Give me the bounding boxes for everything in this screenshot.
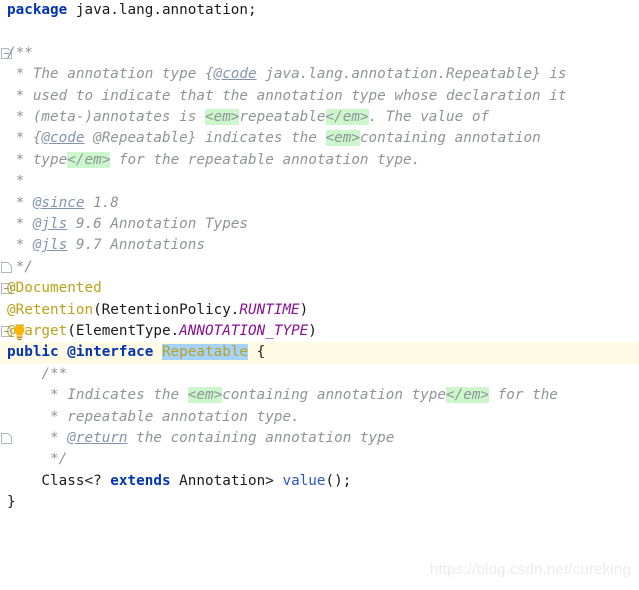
code-token: @since [33,195,85,211]
code-token: 1.8 [84,195,118,211]
code-token: @return [67,430,127,446]
code-token: { [248,344,265,360]
code-line[interactable]: * @since 1.8 [0,193,639,214]
code-token: extends [110,473,179,489]
code-token: value [282,473,325,489]
code-token: containing annotation type [222,387,446,403]
code-line[interactable]: /** [0,43,639,64]
code-token: */ [7,451,67,467]
code-line[interactable]: Class<? extends Annotation> value(); [0,471,639,492]
code-token: containing annotation [360,130,541,146]
code-line[interactable]: * Indicates the <em>containing annotatio… [0,385,639,406]
code-token: . The value of [369,109,490,125]
code-token: @jls [33,216,67,232]
code-line[interactable]: @Retention(RetentionPolicy.RUNTIME) [0,300,639,321]
code-token: /** [7,45,33,61]
code-line[interactable]: * @jls 9.6 Annotation Types [0,214,639,235]
code-token: */ [7,259,33,275]
code-token: </em> [326,109,369,125]
code-line[interactable]: * {@code @Repeatable} indicates the <em>… [0,128,639,149]
code-token: 9.7 Annotations [67,237,205,253]
code-token: java.lang.annotation; [76,2,257,18]
code-token: @interface [67,344,162,360]
code-line[interactable]: * @jls 9.7 Annotations [0,235,639,256]
code-line[interactable]: * [0,171,639,192]
code-line[interactable]: } [0,492,639,513]
code-token: 9.6 Annotation Types [67,216,248,232]
code-token: @Retention [7,302,93,318]
code-token: repeatable [239,109,325,125]
code-token: </em> [67,152,110,168]
code-token: for the repeatable annotation type. [110,152,420,168]
code-token: * Indicates the [7,387,188,403]
code-token: (); [326,473,352,489]
code-token: @code [41,130,84,146]
code-token: * { [7,130,41,146]
code-line[interactable]: @Target(ElementType.ANNOTATION_TYPE) [0,321,639,342]
code-token: Annotation> [179,473,282,489]
code-editor[interactable]: package java.lang.annotation; /** * The … [0,0,639,590]
code-token: public [7,344,67,360]
code-line[interactable]: * repeatable annotation type. [0,407,639,428]
code-token: package [7,2,76,18]
code-line[interactable]: * (meta-)annotates is <em>repeatable</em… [0,107,639,128]
code-token: * The annotation type { [7,66,214,82]
code-token: ANNOTATION_TYPE [179,323,308,339]
code-token: * [7,237,33,253]
code-token: /** [7,366,67,382]
code-token: (RetentionPolicy. [93,302,239,318]
intention-bulb-icon[interactable] [12,324,27,341]
code-token: * used to indicate that the annotation t… [7,88,566,104]
code-token: } [7,494,16,510]
code-token: @code [214,66,257,82]
code-content[interactable]: package java.lang.annotation; /** * The … [0,0,639,590]
code-token: * repeatable annotation type. [7,409,300,425]
code-token: </em> [446,387,489,403]
code-token: * [7,195,33,211]
code-token: @jls [33,237,67,253]
code-token: * [7,173,24,189]
code-line[interactable]: * used to indicate that the annotation t… [0,86,639,107]
code-token: java.lang.annotation.Repeatable} is [257,66,567,82]
code-token: <em> [188,387,222,403]
code-token: * type [7,152,67,168]
code-token: Repeatable [162,344,248,360]
code-line[interactable]: @Documented [0,278,639,299]
code-token: ) [300,302,309,318]
code-line[interactable]: */ [0,449,639,470]
code-token: @Repeatable} indicates the [84,130,325,146]
code-token: @Documented [7,280,102,296]
code-token: ) [308,323,317,339]
code-line[interactable]: public @interface Repeatable { [0,342,639,363]
code-line[interactable]: * @return the containing annotation type [0,428,639,449]
code-token: * (meta-)annotates is [7,109,205,125]
code-line[interactable]: package java.lang.annotation; [0,0,639,21]
code-token: RUNTIME [239,302,299,318]
watermark: https://blog.csdn.net/cureking [430,561,631,578]
code-token: * [7,216,33,232]
code-token: * [7,430,67,446]
code-line[interactable]: */ [0,257,639,278]
code-token: the containing annotation type [128,430,395,446]
code-token: <em> [205,109,239,125]
code-line[interactable] [0,21,639,42]
code-line[interactable]: * The annotation type {@code java.lang.a… [0,64,639,85]
code-token: Class<? [7,473,110,489]
code-line[interactable]: * type</em> for the repeatable annotatio… [0,150,639,171]
code-token: for the [489,387,558,403]
code-token: <em> [326,130,360,146]
code-token: (ElementType. [67,323,179,339]
code-line[interactable]: /** [0,364,639,385]
